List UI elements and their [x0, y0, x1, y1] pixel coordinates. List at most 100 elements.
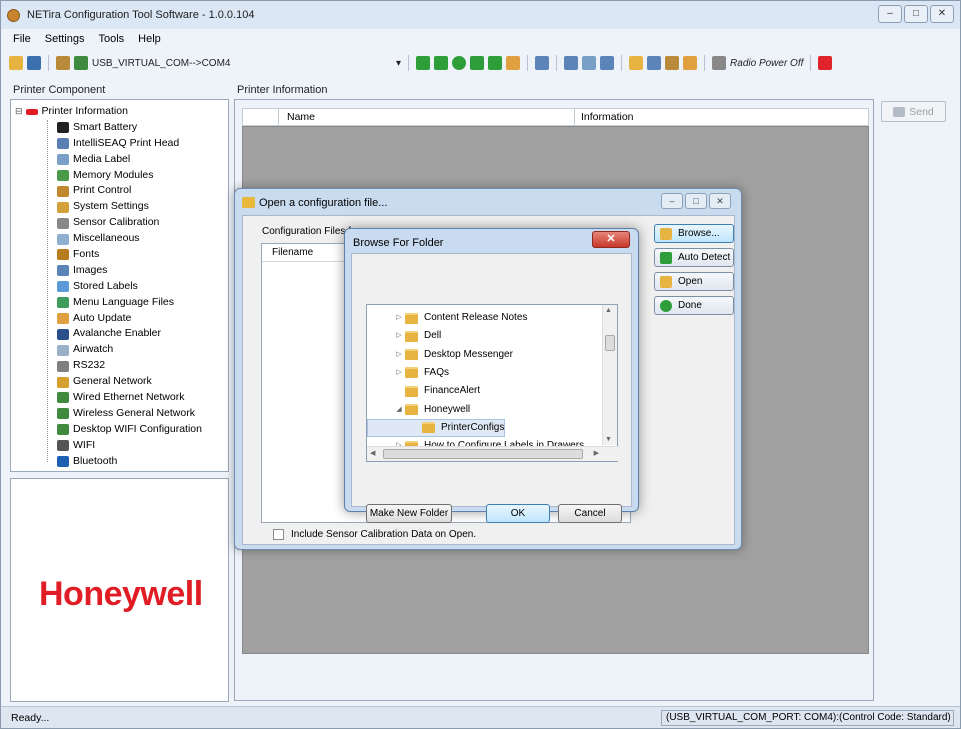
scroll-thumb[interactable] [605, 335, 615, 351]
minimize-button[interactable]: – [878, 5, 902, 23]
tree-item[interactable]: Memory Modules [15, 168, 228, 184]
tree-item-label: Wired Ethernet Network [73, 391, 185, 404]
tree-item[interactable]: IntelliSEAQ Print Head [15, 136, 228, 152]
printer-icon [893, 106, 906, 117]
dialog-close-button[interactable]: ✕ [709, 193, 731, 209]
done-button[interactable]: Done [654, 296, 734, 315]
connect-icon[interactable] [452, 56, 467, 70]
expand-arrow-icon[interactable]: ▷ [393, 346, 405, 364]
ok-button[interactable]: OK [486, 504, 550, 523]
printer-icon[interactable] [647, 56, 662, 70]
tree-item[interactable]: Avalanche Enabler [15, 326, 228, 342]
document-alt-icon[interactable] [564, 56, 579, 70]
column-information[interactable]: Information [575, 109, 634, 125]
menu-tools[interactable]: Tools [98, 33, 124, 51]
tree-item[interactable]: Airwatch [15, 342, 228, 358]
folder-item[interactable]: ▷ Desktop Messenger [367, 346, 513, 364]
folder-item-selected[interactable]: PrinterConfigs [367, 418, 506, 437]
folder-item[interactable]: FinanceAlert [367, 382, 480, 400]
menu-help[interactable]: Help [138, 33, 161, 51]
sensor-calibration-checkbox[interactable] [273, 529, 284, 540]
chevron-down-icon[interactable]: ▾ [396, 58, 401, 69]
browse-close-button[interactable]: ✕ [592, 231, 630, 248]
download-icon[interactable] [600, 56, 615, 70]
vertical-scrollbar[interactable]: ▲ ▼ [602, 305, 617, 445]
tree-item[interactable]: Wired Ethernet Network [15, 390, 228, 406]
arrow-right-icon[interactable] [470, 56, 485, 70]
tree-item[interactable]: Wireless General Network [15, 406, 228, 422]
expand-arrow-icon[interactable]: ◢ [393, 401, 405, 419]
tree-root[interactable]: ⊟ Printer Information [15, 104, 228, 120]
done-label: Done [678, 300, 702, 311]
send-button[interactable]: Send [881, 101, 946, 122]
tree-item[interactable]: Sensor Calibration [15, 215, 228, 231]
grid-icon[interactable] [416, 56, 431, 70]
tree-item[interactable]: WIFI [15, 438, 228, 454]
save-icon[interactable] [27, 56, 41, 70]
expand-arrow-icon[interactable]: ▷ [393, 309, 405, 327]
tree-item[interactable]: General Network [15, 374, 228, 390]
browse-button[interactable]: Browse... [654, 224, 734, 243]
horizontal-scrollbar[interactable]: ◀ ▶ [367, 446, 619, 461]
grid-alt-icon[interactable] [434, 56, 449, 70]
scroll-up-icon[interactable]: ▲ [605, 307, 612, 314]
tree-item[interactable]: Auto Update [15, 311, 228, 327]
maximize-button[interactable]: □ [904, 5, 928, 23]
font-icon [57, 249, 69, 261]
folder-label: Desktop Messenger [424, 348, 513, 360]
network-connect-icon[interactable] [74, 56, 88, 70]
tree-item[interactable]: Fonts [15, 247, 228, 263]
expand-arrow-icon[interactable]: ▷ [393, 364, 405, 382]
tree-item[interactable]: Media Label [15, 152, 228, 168]
printer-information-label: Printer Information [237, 84, 328, 96]
port-select[interactable]: USB_VIRTUAL_COM-->COM4 [92, 58, 392, 69]
scroll-left-icon[interactable]: ◀ [370, 449, 375, 457]
menu-file[interactable]: File [13, 33, 31, 51]
tree-item-label: System Settings [73, 200, 149, 213]
collapse-icon[interactable]: ⊟ [15, 104, 23, 120]
folder-item[interactable]: ▷ Dell [367, 327, 441, 345]
tree-item[interactable]: Images [15, 263, 228, 279]
scroll-down-icon[interactable]: ▼ [605, 436, 612, 443]
tree-item[interactable]: Menu Language Files [15, 295, 228, 311]
menu-settings[interactable]: Settings [45, 33, 85, 51]
tree-item[interactable]: Miscellaneous [15, 231, 228, 247]
tree-item[interactable]: Stored Labels [15, 279, 228, 295]
tree-item[interactable]: System Settings [15, 199, 228, 215]
tree-item[interactable]: Print Control [15, 183, 228, 199]
tree-item[interactable]: Desktop WIFI Configuration [15, 422, 228, 438]
open-button[interactable]: Open [654, 272, 734, 291]
folder-item[interactable]: ▷ FAQs [367, 364, 449, 382]
tools-icon[interactable] [56, 56, 70, 70]
radio-icon[interactable] [712, 56, 727, 70]
lock-icon[interactable] [506, 56, 521, 70]
horizontal-scroll-thumb[interactable] [383, 449, 583, 459]
tree-item[interactable]: Bluetooth [15, 454, 228, 470]
folder-item[interactable]: ▷ Content Release Notes [367, 309, 527, 327]
power-icon[interactable] [818, 56, 833, 70]
dialog-minimize-button[interactable]: – [661, 193, 683, 209]
upload-icon[interactable] [582, 56, 597, 70]
dialog-title: Open a configuration file... [259, 197, 388, 209]
browse-label: Browse... [678, 228, 720, 239]
scroll-right-icon[interactable]: ▶ [594, 449, 599, 457]
column-name[interactable]: Name [279, 109, 575, 125]
close-button[interactable]: ✕ [930, 5, 954, 23]
document-icon[interactable] [535, 56, 550, 70]
folder-icon[interactable] [629, 56, 644, 70]
make-new-folder-button[interactable]: Make New Folder [366, 504, 452, 523]
tree-item[interactable]: RS232 [15, 358, 228, 374]
tree-item[interactable]: Smart Battery [15, 120, 228, 136]
folder-tree[interactable]: ▷ Content Release Notes ▷ Dell ▷ Desktop Mess… [366, 304, 619, 462]
open-folder-icon[interactable] [9, 56, 23, 70]
auto-detect-button[interactable]: Auto Detect [654, 248, 734, 267]
wifi-icon [57, 440, 69, 452]
check-icon[interactable] [488, 56, 503, 70]
folder-item[interactable]: ◢ Honeywell [367, 401, 470, 419]
wrench-icon[interactable] [665, 56, 680, 70]
expand-arrow-icon[interactable]: ▷ [393, 327, 405, 345]
dialog-maximize-button[interactable]: □ [685, 193, 707, 209]
cancel-button[interactable]: Cancel [558, 504, 622, 523]
radio-power-label[interactable]: Radio Power Off [730, 58, 803, 69]
user-icon[interactable] [683, 56, 698, 70]
